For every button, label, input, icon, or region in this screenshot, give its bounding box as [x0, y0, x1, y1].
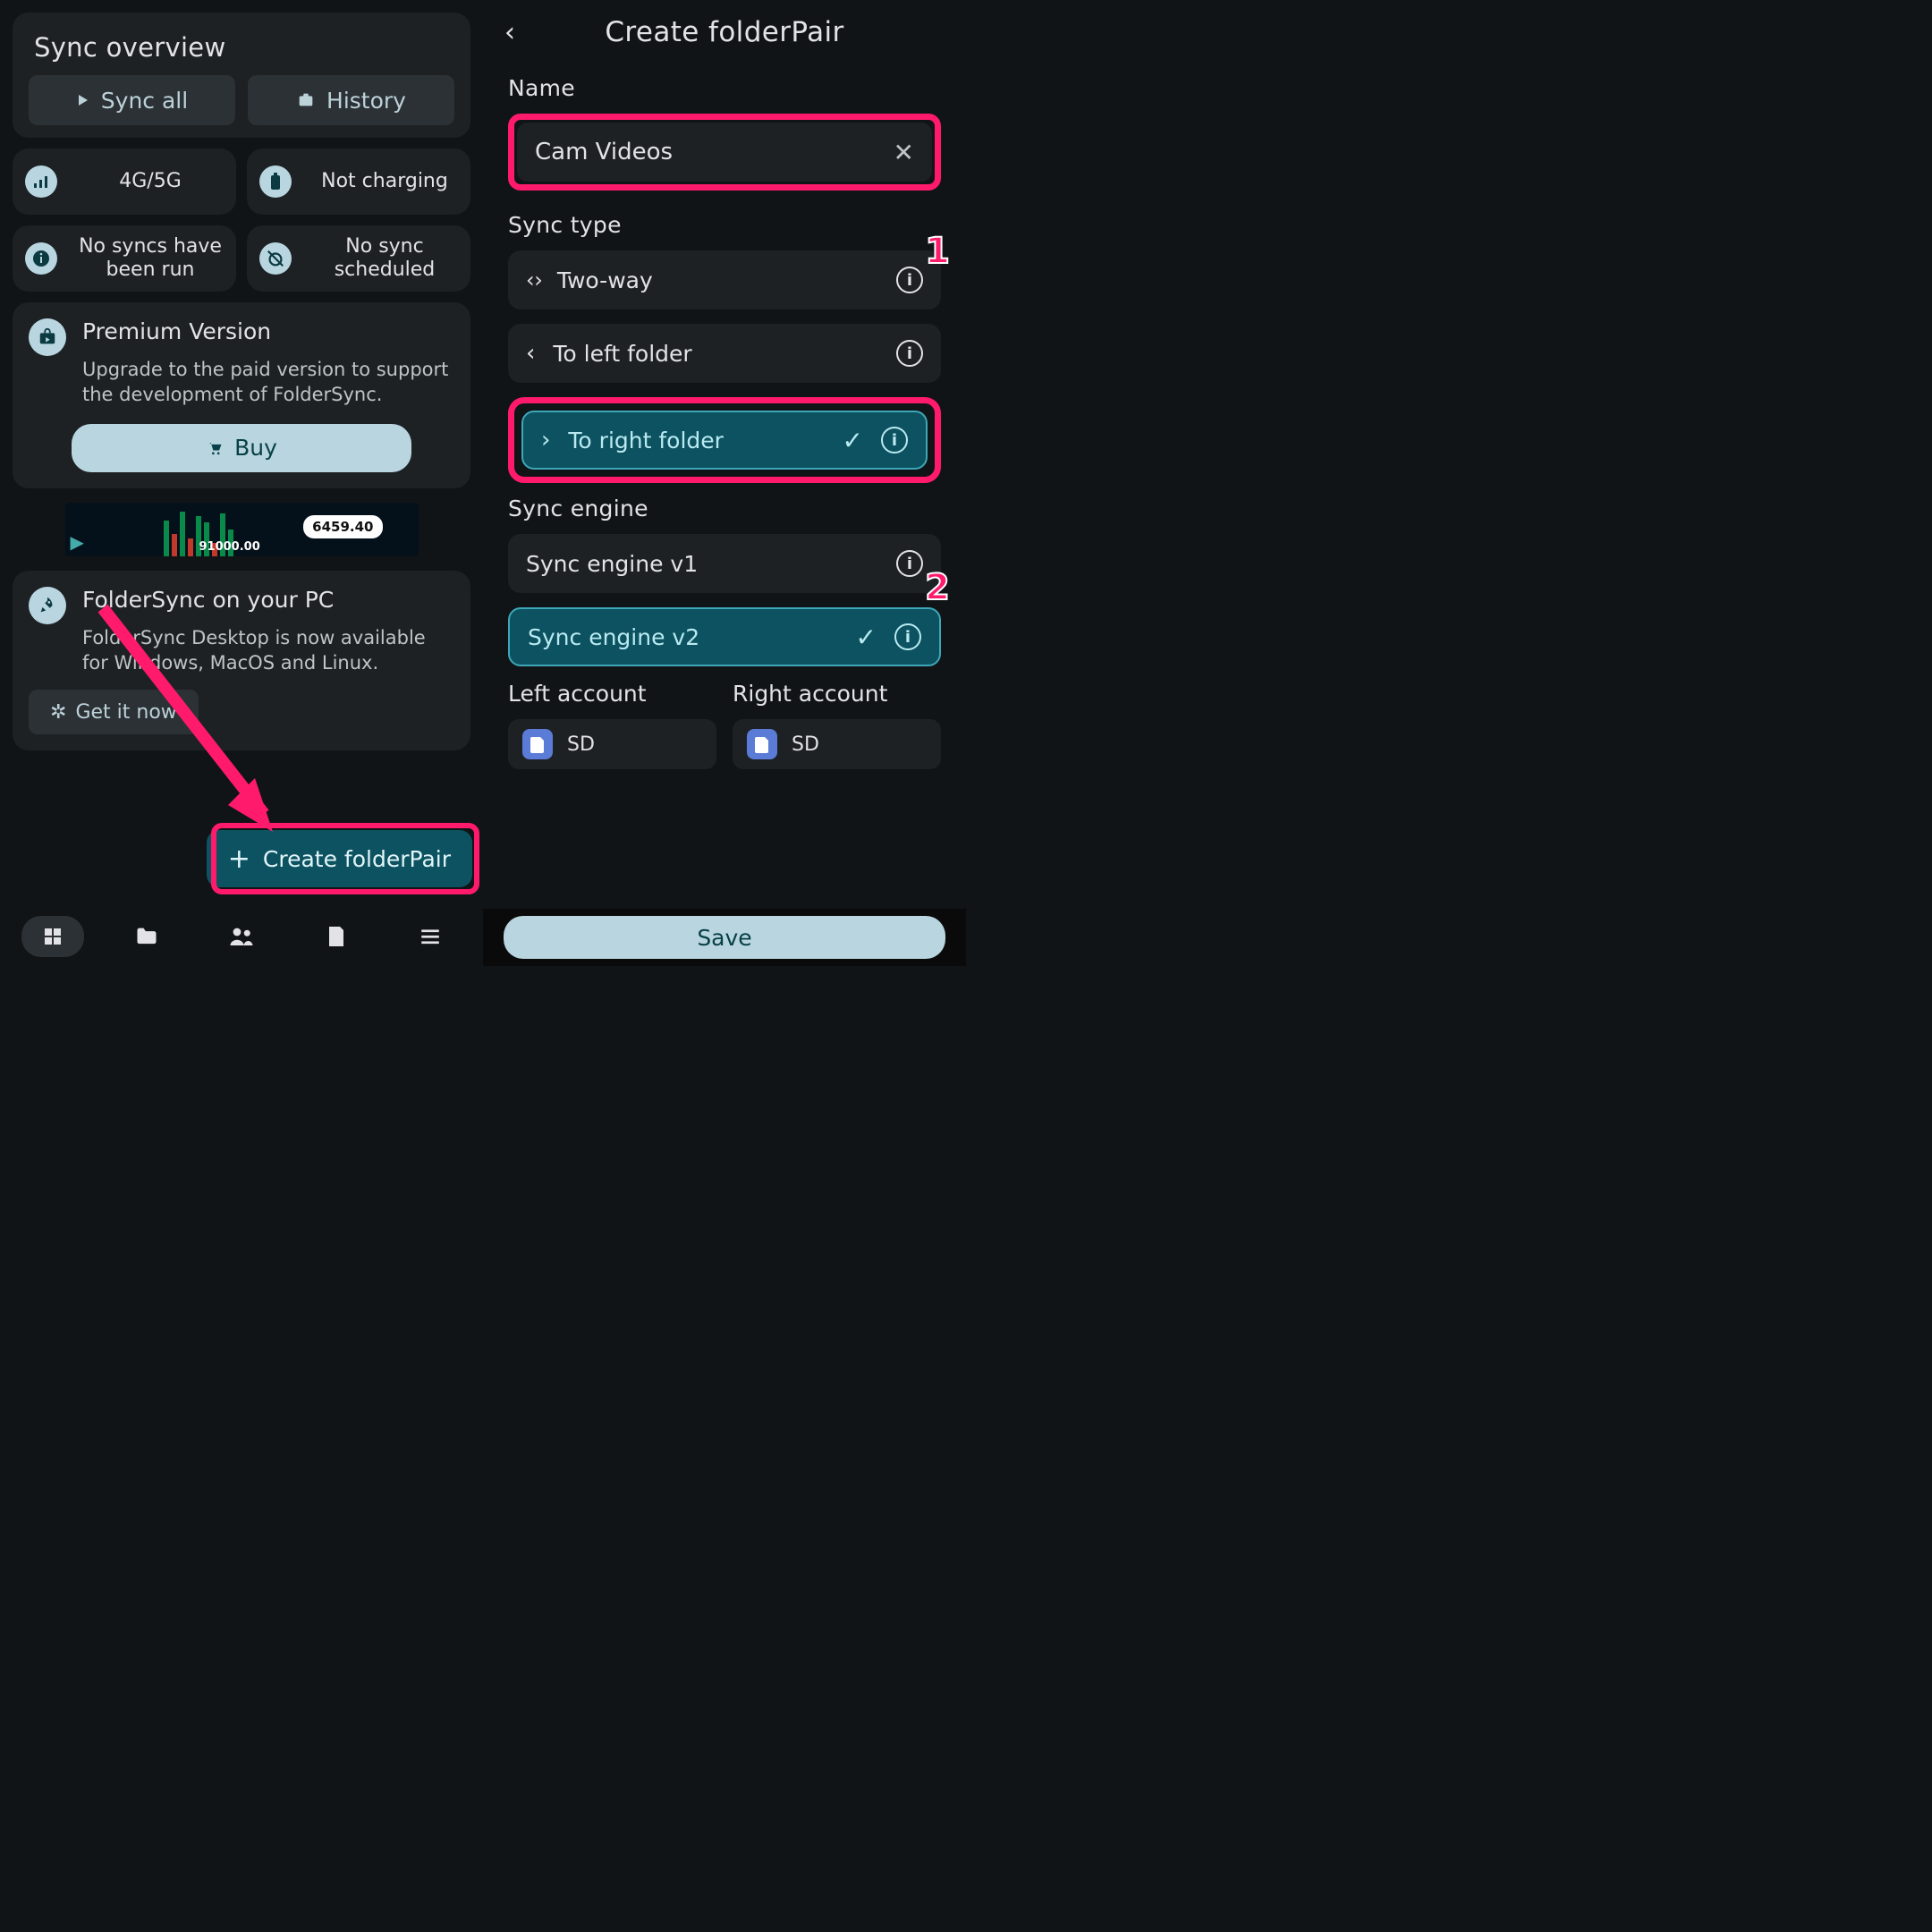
sync-type-to-left[interactable]: ‹ To left folder i — [508, 324, 941, 383]
save-bar: Save — [483, 909, 966, 966]
play-icon — [76, 93, 90, 107]
header: ‹ Create folderPair — [483, 0, 966, 64]
annotation-1: 1 — [925, 231, 950, 272]
premium-desc: Upgrade to the paid version to support t… — [82, 357, 454, 408]
rocket-icon — [29, 587, 66, 624]
chevron-left-icon: ‹ — [526, 340, 535, 367]
info-icon[interactable]: i — [896, 267, 923, 293]
get-it-now-button[interactable]: ✲ Get it now — [29, 690, 199, 734]
name-label: Name — [508, 75, 941, 101]
to-right-label: To right folder — [568, 428, 824, 453]
sync-all-label: Sync all — [101, 88, 188, 114]
premium-title: Premium Version — [82, 318, 454, 344]
ad-play-icon: ▶ — [71, 531, 84, 553]
sync-type-to-right[interactable]: › To right folder ✓ i — [521, 411, 928, 470]
annotation-box-to-right: › To right folder ✓ i — [508, 397, 941, 483]
sync-type-two-way[interactable]: ‹ › Two-way i — [508, 250, 941, 309]
sync-all-button[interactable]: Sync all — [29, 75, 235, 125]
pc-card: FolderSync on your PC FolderSync Desktop… — [13, 571, 470, 751]
battery-icon — [259, 165, 292, 198]
info-icon — [25, 242, 57, 275]
sd-label: SD — [567, 733, 595, 756]
left-account-select[interactable]: SD — [508, 719, 716, 769]
battery-status: Not charging — [247, 148, 470, 215]
left-account-label: Left account — [508, 681, 716, 707]
sd-label: SD — [792, 733, 819, 756]
annotation-box-name: Cam Videos ✕ — [508, 114, 941, 191]
name-input[interactable]: Cam Videos ✕ — [517, 123, 932, 182]
cart-icon — [206, 439, 224, 457]
pc-title: FolderSync on your PC — [82, 587, 454, 613]
sync-type-label: Sync type — [508, 212, 941, 238]
premium-card: Premium Version Upgrade to the paid vers… — [13, 302, 470, 488]
battery-label: Not charging — [308, 170, 470, 193]
info-icon[interactable]: i — [894, 623, 921, 650]
clear-icon[interactable]: ✕ — [894, 138, 914, 167]
nav-dashboard[interactable] — [21, 916, 84, 957]
sd-card-icon — [747, 729, 777, 759]
get-label: Get it now — [75, 701, 176, 724]
history-icon — [296, 90, 316, 110]
runs-label: No syncs have been run — [73, 235, 236, 283]
buy-label: Buy — [234, 435, 277, 461]
right-account-select[interactable]: SD — [733, 719, 941, 769]
bottom-nav — [0, 907, 483, 966]
buy-button[interactable]: Buy — [72, 424, 411, 472]
back-button[interactable]: ‹ — [504, 17, 515, 48]
network-label: 4G/5G — [73, 170, 236, 193]
history-label: History — [326, 88, 406, 114]
save-label: Save — [697, 925, 751, 951]
info-icon[interactable]: i — [896, 550, 923, 577]
annotation-box-fab — [211, 823, 479, 894]
sync-overview-card: Sync overview Sync all History — [13, 13, 470, 138]
shop-icon — [29, 318, 66, 356]
signal-icon — [25, 165, 57, 198]
nav-menu[interactable] — [399, 916, 462, 957]
ad-low: 91000.00 — [199, 540, 260, 554]
gear-icon: ✲ — [50, 701, 66, 724]
ad-price: 6459.40 — [303, 515, 382, 538]
name-value: Cam Videos — [535, 139, 673, 165]
page-title: Create folderPair — [483, 16, 966, 48]
schedule-status: No sync scheduled — [247, 225, 470, 292]
two-way-icon: ‹ › — [526, 267, 539, 292]
nav-accounts[interactable] — [210, 916, 273, 957]
check-icon: ✓ — [856, 623, 877, 652]
annotation-2: 2 — [925, 567, 950, 608]
chevron-right-icon: › — [541, 427, 550, 453]
ad-banner[interactable]: ▶ 6459.40 91000.00 — [65, 503, 419, 556]
to-left-label: To left folder — [553, 341, 878, 367]
engine-v2-label: Sync engine v2 — [528, 624, 838, 650]
engine-v1-label: Sync engine v1 — [526, 551, 878, 577]
alarm-off-icon — [259, 242, 292, 275]
right-account-label: Right account — [733, 681, 941, 707]
nav-folders[interactable] — [115, 916, 178, 957]
sync-engine-v2[interactable]: Sync engine v2 ✓ i — [508, 607, 941, 666]
sd-card-icon — [522, 729, 553, 759]
pc-desc: FolderSync Desktop is now available for … — [82, 625, 454, 676]
save-button[interactable]: Save — [504, 916, 945, 959]
network-status: 4G/5G — [13, 148, 236, 215]
runs-status: No syncs have been run — [13, 225, 236, 292]
sync-engine-v1[interactable]: Sync engine v1 i — [508, 534, 941, 593]
sync-overview-title: Sync overview — [34, 32, 454, 63]
check-icon: ✓ — [843, 426, 863, 455]
history-button[interactable]: History — [248, 75, 454, 125]
two-way-label: Two-way — [557, 267, 878, 293]
nav-storage[interactable] — [305, 916, 368, 957]
info-icon[interactable]: i — [896, 340, 923, 367]
info-icon[interactable]: i — [881, 427, 908, 453]
schedule-label: No sync scheduled — [308, 235, 470, 283]
sync-engine-label: Sync engine — [508, 496, 941, 521]
